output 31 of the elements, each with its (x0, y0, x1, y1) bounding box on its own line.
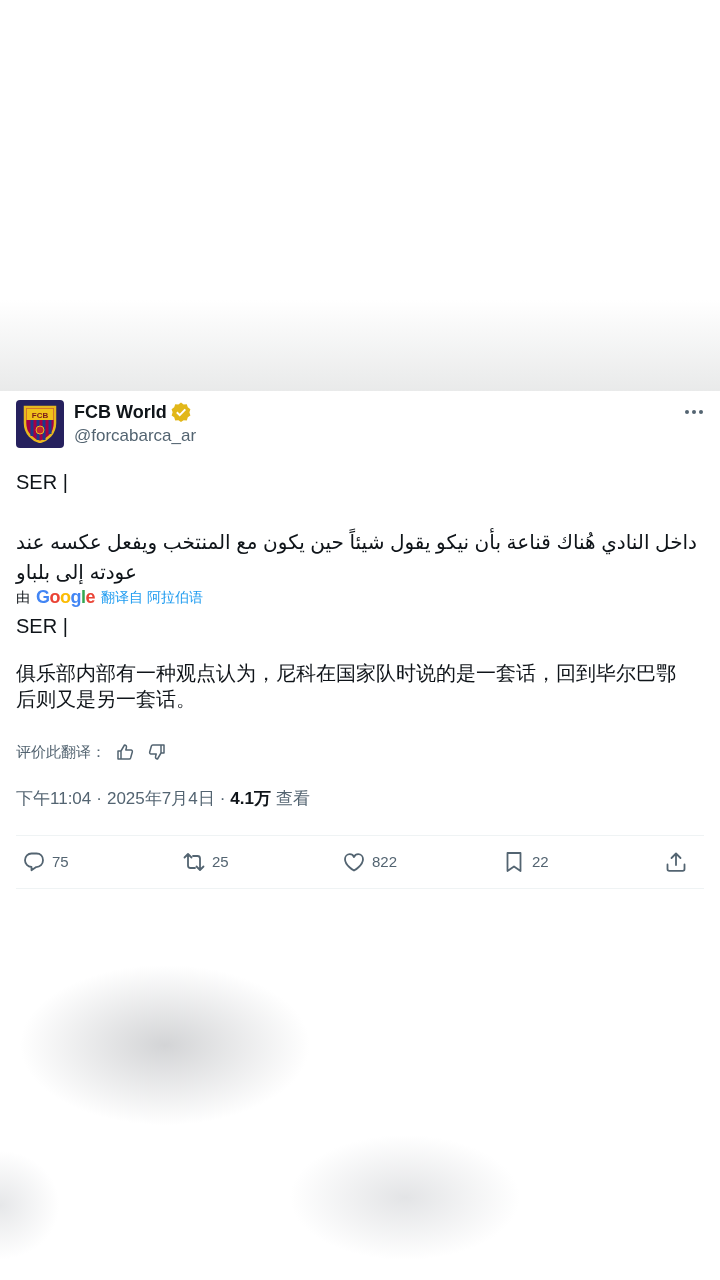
views-label: 查看 (276, 788, 310, 811)
rate-translation-label: 评价此翻译： (16, 741, 106, 762)
more-button[interactable] (685, 408, 703, 416)
crest-icon (23, 405, 57, 443)
tweet-text: SER | (16, 470, 69, 495)
post-time[interactable]: 下午11:04 (16, 786, 92, 812)
translated-text: SER | (16, 614, 69, 639)
heart-icon (342, 850, 366, 874)
author-name[interactable]: FCB World (74, 400, 167, 424)
post-date[interactable]: 2025年7月4日 (106, 786, 215, 812)
separator-dot: · (96, 788, 102, 811)
share-button[interactable] (664, 850, 688, 874)
crest-label: FCB (30, 411, 50, 420)
reply-button[interactable]: 75 (22, 850, 69, 874)
more-icon (685, 410, 703, 414)
repost-button[interactable]: 25 (182, 850, 229, 874)
thumbs-up-icon[interactable] (116, 743, 134, 761)
view-count: 4.1万 (230, 788, 271, 811)
bookmark-button[interactable]: 22 (502, 850, 549, 874)
share-icon (664, 850, 688, 874)
translated-text: 俱乐部内部有一种观点认为，尼科在国家队时说的是一套话，回到毕尔巴鄂后则又是另一套话。 (16, 661, 677, 712)
like-button[interactable]: 822 (342, 850, 398, 874)
credit-text: 由 (16, 587, 30, 607)
google-logo: Google (36, 587, 96, 607)
speech-bubble-icon (22, 850, 46, 874)
repost-icon (182, 850, 206, 874)
avatar-logo[interactable]: FCB (16, 400, 64, 448)
tweet-text: داخل النادي هُناك قناعة بأن نيكو يقول شيئاً حين يكون مع المنتخب ويفعل عكسه عند عودته إلى بلباو (16, 527, 704, 587)
author-handle[interactable]: @forcabarca_ar (74, 424, 197, 448)
separator-dot: · (219, 788, 226, 811)
thumbs-down-icon[interactable] (148, 743, 166, 761)
